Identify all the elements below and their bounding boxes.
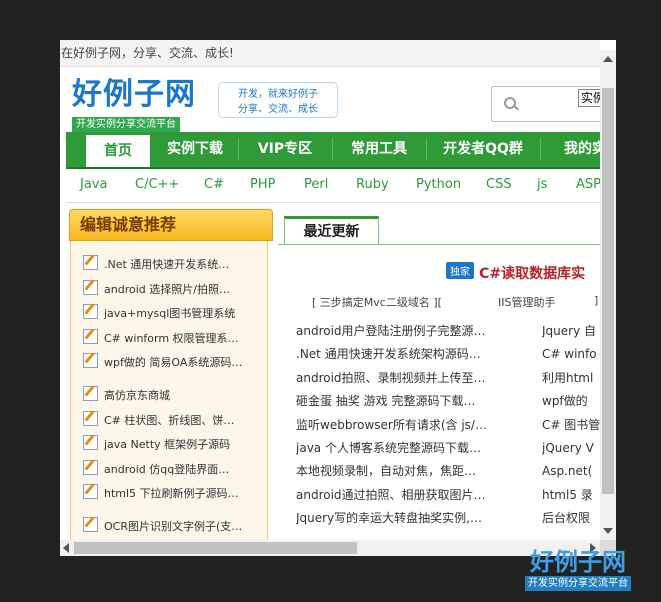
list-item[interactable]: android 仿qq登陆界面… — [83, 458, 263, 483]
list-item[interactable]: 高仿京东商城 — [83, 384, 263, 409]
editor-picks-list: .Net 通用快速开发系统… android 选择照片/拍照… java+mys… — [83, 253, 263, 540]
lang-link-perl[interactable]: Perl — [304, 177, 328, 192]
top-bar: 在好例子网，分享、交流、成长! — [60, 40, 600, 67]
lang-link-python[interactable]: Python — [416, 177, 461, 192]
pencil-icon — [83, 484, 98, 500]
pencil-icon — [83, 516, 98, 532]
list-item[interactable]: C# 柱状图、折线图、饼… — [83, 409, 263, 434]
nav-item-home[interactable]: 首页 — [86, 132, 150, 167]
slogan-line-1: 开发，就来好例子 — [238, 89, 318, 100]
watermark-logo: 好例子网 开发实例分享交流平台 — [525, 548, 631, 591]
list-item[interactable]: android用户登陆注册例子完整源… — [296, 320, 518, 343]
list-item[interactable]: .Net 通用快速开发系统… — [83, 253, 263, 278]
list-item[interactable]: .Net 通用快速开发系统架构源码… — [296, 343, 518, 366]
list-item[interactable]: wpf做的 — [542, 390, 600, 413]
tag-link-mvc-domain[interactable]: [ 三步搞定Mvc二级域名 ][ — [312, 294, 442, 310]
lang-link-ruby[interactable]: Ruby — [356, 177, 389, 192]
list-item[interactable]: 本地视频录制，自动对焦，焦距… — [296, 460, 518, 483]
lang-link-js[interactable]: js — [537, 177, 547, 192]
watermark-title: 好例子网 — [530, 547, 626, 576]
recent-list-col-2: Jquery 自 C# winfo 利用html wpf做的 C# 图书管 jQ… — [542, 320, 600, 531]
lang-link-php[interactable]: PHP — [250, 177, 275, 192]
horizontal-scroll-thumb[interactable] — [74, 542, 357, 554]
nav-separator — [238, 138, 239, 160]
slogan-box: 开发，就来好例子 分享、交流、成长 — [218, 82, 338, 118]
list-item[interactable]: 砸金蛋 抽奖 游戏 完整源码下载… — [296, 390, 518, 413]
list-item[interactable]: java 个人博客系统完整源码下载… — [296, 437, 518, 460]
list-item[interactable]: Jquery 自 — [542, 320, 600, 343]
top-bar-text: 在好例子网，分享、交流、成长! — [61, 46, 234, 60]
nav-separator — [332, 138, 333, 160]
pencil-icon — [83, 353, 98, 369]
lang-link-csharp[interactable]: C# — [204, 177, 224, 192]
list-item[interactable]: 利用html — [542, 367, 600, 390]
list-item[interactable]: java+mysql图书管理系统 — [83, 302, 263, 327]
tab-divider — [278, 244, 600, 245]
nav-item-vip[interactable]: VIP专区 — [240, 132, 330, 167]
nav-separator — [540, 138, 541, 160]
nav-item-qq-group[interactable]: 开发者QQ群 — [428, 132, 538, 167]
list-item[interactable]: android拍照、录制视频并上传至… — [296, 367, 518, 390]
vertical-scroll-thumb[interactable] — [602, 88, 614, 494]
list-item[interactable]: Asp.net( — [542, 460, 600, 483]
list-item[interactable]: Jquery写的幸运大转盘抽奖实例,… — [296, 507, 518, 530]
list-item[interactable]: html5 下拉刷新例子源码… — [83, 482, 263, 507]
featured-title: C#读取数据库实 — [479, 266, 586, 282]
lang-link-cpp[interactable]: C/C++ — [135, 177, 179, 192]
editor-picks-title: 编辑诚意推荐 — [69, 209, 273, 241]
list-item[interactable]: C# 图书管 — [542, 414, 600, 437]
pencil-icon — [83, 410, 98, 426]
site-logo[interactable]: 好例子网 开发实例分享交流平台 — [72, 78, 196, 133]
lang-link-asp[interactable]: ASP — [576, 177, 601, 192]
main-nav: 首页 实例下载 VIP专区 常用工具 开发者QQ群 我的实 — [66, 132, 600, 169]
list-item[interactable]: C# winform 权限管理系… — [83, 327, 263, 352]
list-item[interactable]: android 选择照片/拍照… — [83, 278, 263, 303]
list-item[interactable]: 后台权限 — [542, 507, 600, 530]
pencil-icon — [83, 304, 98, 320]
pencil-icon — [83, 279, 98, 295]
tab-recent-updates[interactable]: 最近更新 — [284, 216, 379, 245]
slogan-line-2: 分享、交流、成长 — [238, 104, 318, 115]
pencil-icon — [83, 435, 98, 451]
nav-item-tools[interactable]: 常用工具 — [334, 132, 424, 167]
vertical-scrollbar[interactable] — [600, 50, 616, 540]
browser-viewport: 在好例子网，分享、交流、成长! 好例子网 开发实例分享交流平台 开发，就来好例子… — [60, 40, 616, 556]
lang-link-css[interactable]: CSS — [486, 177, 512, 192]
exclusive-badge: 独家 — [446, 262, 474, 279]
scroll-up-arrow-icon[interactable] — [603, 56, 613, 62]
logo-subtitle: 开发实例分享交流平台 — [72, 117, 180, 133]
lang-link-java[interactable]: Java — [80, 177, 107, 192]
list-item[interactable]: html5 录 — [542, 484, 600, 507]
pencil-icon — [83, 255, 98, 270]
list-item[interactable]: OCR图片识别文字例子(支… — [83, 515, 263, 540]
scroll-left-arrow-icon[interactable] — [63, 543, 69, 553]
list-item[interactable]: wpf做的 简易OA系统源码… — [83, 351, 263, 376]
list-item[interactable]: java Netty 框架例子源码 — [83, 433, 263, 458]
nav-item-mine[interactable]: 我的实 — [544, 132, 600, 167]
list-item[interactable]: 监听webbrowser所有请求(含 js/… — [296, 414, 518, 437]
language-nav: Java C/C++ C# PHP Perl Ruby Python CSS j… — [66, 169, 601, 203]
search-icon — [504, 97, 516, 109]
tag-link-iis-helper[interactable]: IIS管理助手 — [498, 294, 555, 310]
recent-list-col-1: android用户登陆注册例子完整源… .Net 通用快速开发系统架构源码… a… — [296, 320, 518, 531]
logo-title: 好例子网 — [72, 77, 196, 112]
nav-item-downloads[interactable]: 实例下载 — [152, 132, 238, 167]
featured-headline[interactable]: 独家 C#读取数据库实 — [446, 262, 585, 283]
watermark-subtitle: 开发实例分享交流平台 — [525, 576, 631, 591]
pencil-icon — [83, 385, 98, 401]
nav-separator — [426, 138, 427, 160]
editor-picks-panel: 编辑诚意推荐 .Net 通用快速开发系统… android 选择照片/拍照… j… — [69, 209, 273, 556]
search-box[interactable]: 实例 — [491, 86, 614, 122]
list-item[interactable]: jQuery V — [542, 437, 600, 460]
tag-bracket: ] — [594, 294, 599, 307]
list-item[interactable]: android通过拍照、相册获取图片… — [296, 484, 518, 507]
list-item[interactable]: C# winfo — [542, 343, 600, 366]
pencil-icon — [83, 328, 98, 344]
horizontal-scrollbar[interactable] — [60, 540, 600, 556]
scroll-down-arrow-icon[interactable] — [603, 528, 613, 534]
pencil-icon — [83, 459, 98, 475]
